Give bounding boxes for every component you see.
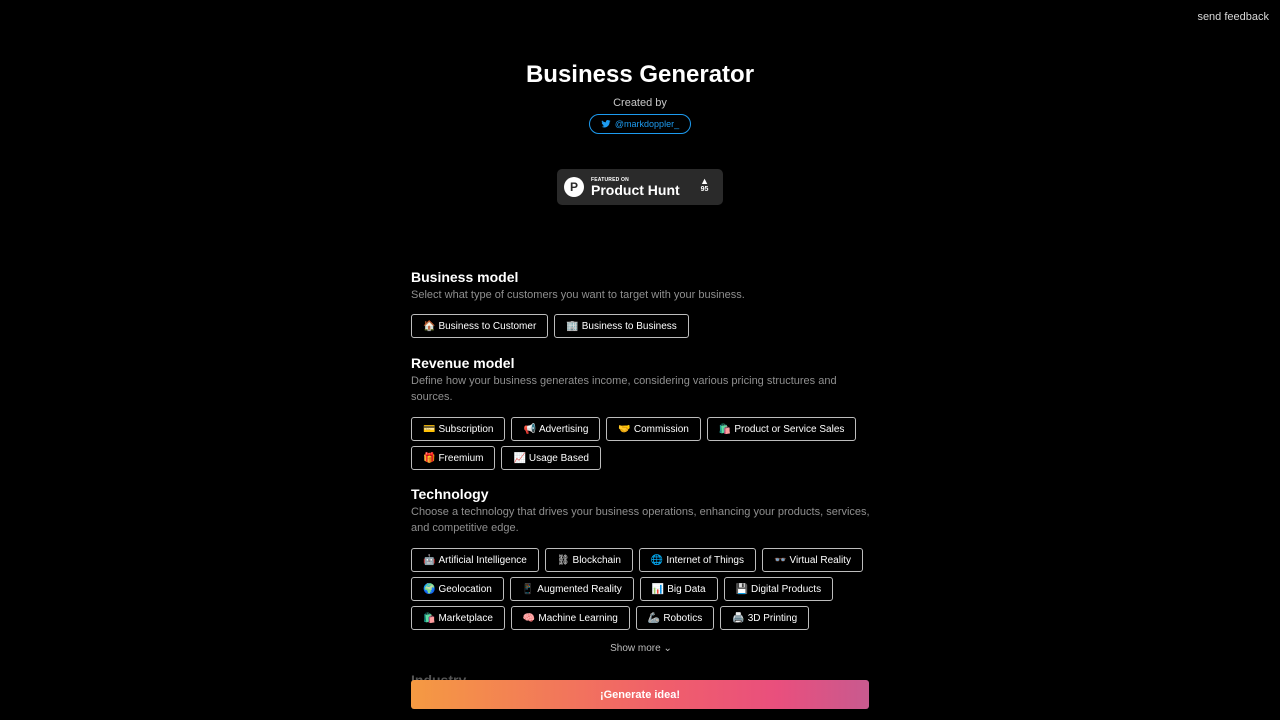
option-emoji-icon: 👓: [774, 554, 787, 566]
producthunt-name: Product Hunt: [591, 182, 680, 198]
option-chip[interactable]: 👓 Virtual Reality: [762, 548, 863, 572]
section-description: Define how your business generates incom…: [411, 375, 837, 403]
option-label: Virtual Reality: [789, 554, 851, 566]
option-label: Subscription: [438, 423, 494, 435]
option-label: Advertising: [538, 423, 589, 435]
option-label: Geolocation: [438, 583, 492, 595]
option-label: Blockchain: [572, 554, 621, 566]
option-emoji-icon: 🤖: [423, 554, 436, 566]
option-chip[interactable]: 🦾 Robotics: [635, 606, 715, 630]
technology-section: Technology Choose a technology that driv…: [411, 485, 871, 654]
send-feedback-link[interactable]: send feedback: [1197, 11, 1269, 23]
option-label: Usage Based: [528, 452, 589, 464]
option-label: Robotics: [663, 612, 703, 624]
option-chip[interactable]: 🌍 Geolocation: [411, 577, 504, 601]
option-chip[interactable]: 🖨️ 3D Printing: [720, 606, 810, 630]
generate-idea-button[interactable]: ¡Generate idea!: [411, 680, 869, 709]
option-label: Product or Service Sales: [734, 423, 845, 435]
option-chip[interactable]: 📢 Advertising: [511, 417, 601, 441]
page-header: Business Generator Created by @markdoppl…: [0, 60, 1280, 134]
producthunt-badge[interactable]: P FEATURED ON Product Hunt ▲ 95: [557, 169, 723, 205]
option-emoji-icon: 🦾: [647, 612, 661, 624]
show-more-label: Show more: [610, 643, 661, 654]
option-emoji-icon: 🧠: [522, 612, 536, 624]
option-emoji-icon: 💾: [735, 583, 749, 595]
option-chip[interactable]: 📱 Augmented Reality: [509, 577, 634, 601]
section-description: Select what type of customers you want t…: [411, 289, 745, 301]
option-label: Internet of Things: [666, 554, 744, 566]
option-emoji-icon: 📊: [651, 583, 665, 595]
option-emoji-icon: 🖨️: [732, 612, 745, 624]
business-model-section: Business model Select what type of custo…: [411, 268, 871, 338]
option-chip[interactable]: 🏠 Business to Customer: [411, 314, 549, 338]
option-chip[interactable]: 🎁 Freemium: [411, 446, 496, 470]
option-chip[interactable]: 🛍️ Product or Service Sales: [706, 417, 857, 441]
section-description: Choose a technology that drives your bus…: [411, 506, 870, 534]
option-label: Business to Business: [581, 320, 677, 332]
option-label: Machine Learning: [538, 612, 618, 624]
option-label: 3D Printing: [747, 612, 798, 624]
option-emoji-icon: 📢: [523, 423, 536, 435]
revenue-model-section: Revenue model Define how your business g…: [411, 354, 871, 470]
form-content: Business model Select what type of custo…: [411, 268, 871, 654]
chevron-down-icon: ⌄: [663, 643, 672, 654]
option-chip[interactable]: 💳 Subscription: [411, 417, 506, 441]
option-emoji-icon: ⛓: [556, 554, 570, 566]
twitter-author-link[interactable]: @markdoppler_: [588, 114, 692, 134]
option-chip[interactable]: 🤖 Artificial Intelligence: [411, 548, 539, 572]
section-title: Business model: [411, 269, 519, 285]
option-emoji-icon: 🤝: [618, 423, 631, 435]
show-more-button[interactable]: Show more ⌄: [411, 643, 871, 654]
option-chip[interactable]: 🛍️ Marketplace: [411, 606, 505, 630]
option-chip[interactable]: 🏢 Business to Business: [554, 314, 689, 338]
option-emoji-icon: 🌐: [650, 554, 664, 566]
option-emoji-icon: 💳: [423, 423, 436, 435]
option-chip[interactable]: 🌐 Internet of Things: [638, 548, 756, 572]
option-chip[interactable]: 📈 Usage Based: [501, 446, 601, 470]
option-emoji-icon: 🎁: [423, 452, 436, 464]
technology-options: 🤖 Artificial Intelligence ⛓ Blockchain 🌐 Inte…: [411, 548, 871, 630]
option-chip[interactable]: 🤝 Commission: [606, 417, 701, 441]
option-label: Big Data: [667, 583, 706, 595]
option-label: Freemium: [438, 452, 484, 464]
generate-idea-label: ¡Generate idea!: [599, 688, 681, 701]
option-label: Marketplace: [438, 612, 493, 624]
option-chip[interactable]: 🧠 Machine Learning: [510, 606, 630, 630]
page-title: Business Generator: [525, 61, 755, 88]
producthunt-vote-count: 95: [700, 186, 709, 193]
option-emoji-icon: 🌍: [423, 583, 436, 595]
option-emoji-icon: 📱: [521, 583, 535, 595]
revenue-model-options: 💳 Subscription 📢 Advertising 🤝 Commission 🛍️ Pr…: [411, 417, 871, 470]
option-emoji-icon: 🏠: [423, 320, 436, 332]
option-emoji-icon: 🛍️: [718, 423, 732, 435]
twitter-icon: [601, 120, 611, 128]
option-chip[interactable]: ⛓ Blockchain: [544, 548, 633, 572]
option-chip[interactable]: 💾 Digital Products: [723, 577, 834, 601]
producthunt-votes: ▲ 95: [700, 176, 709, 193]
created-by-label: Created by: [613, 97, 667, 109]
option-emoji-icon: 🏢: [566, 320, 579, 332]
option-label: Artificial Intelligence: [438, 554, 527, 566]
option-label: Digital Products: [751, 583, 822, 595]
section-title: Revenue model: [411, 355, 515, 371]
option-emoji-icon: 🛍️: [423, 612, 436, 624]
option-chip[interactable]: 📊 Big Data: [639, 577, 718, 601]
producthunt-logo-icon: P: [564, 177, 584, 197]
option-label: Augmented Reality: [537, 583, 622, 595]
business-model-options: 🏠 Business to Customer 🏢 Business to Busine…: [411, 314, 871, 338]
twitter-handle: @markdoppler_: [614, 119, 680, 129]
option-label: Business to Customer: [438, 320, 537, 332]
option-emoji-icon: 📈: [513, 452, 526, 464]
section-title: Technology: [411, 486, 489, 502]
upvote-triangle-icon: ▲: [700, 176, 709, 186]
option-label: Commission: [633, 423, 689, 435]
